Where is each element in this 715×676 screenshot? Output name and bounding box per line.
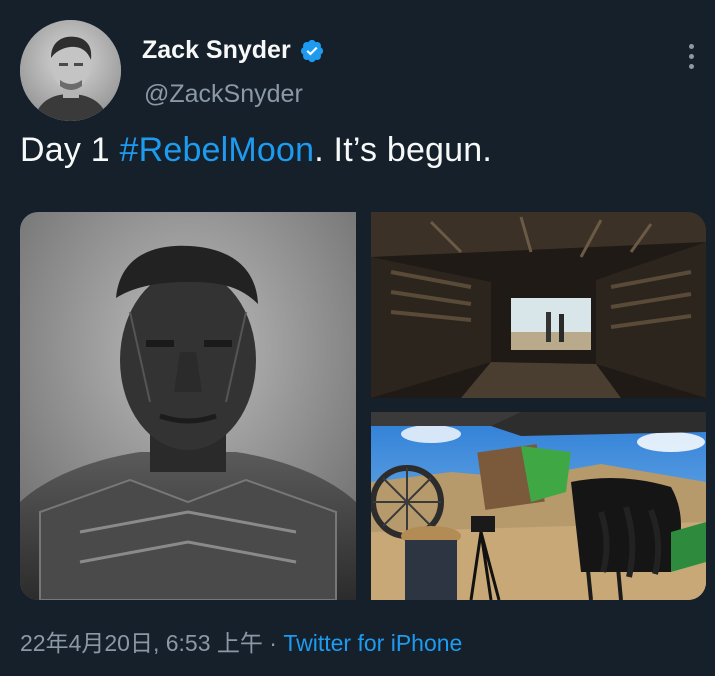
author-display-name[interactable]: Zack Snyder	[142, 36, 291, 65]
hashtag-link[interactable]: #RebelMoon	[119, 131, 314, 169]
tweet-card: Zack Snyder @ZackSnyder Day 1 #RebelMoon…	[0, 0, 715, 676]
author-handle[interactable]: @ZackSnyder	[144, 80, 303, 109]
media-image-film-set[interactable]	[371, 412, 706, 600]
source-link[interactable]: Twitter for iPhone	[283, 630, 462, 656]
timestamp[interactable]: 22年4月20日, 6:53 上午	[20, 630, 263, 656]
more-options-icon[interactable]	[681, 36, 701, 76]
avatar[interactable]	[20, 20, 121, 121]
tweet-text: Day 1 #RebelMoon. It’s begun.	[20, 131, 492, 170]
media-grid	[20, 212, 706, 600]
tweet-text-suffix: . It’s begun.	[314, 131, 493, 169]
meta-separator: ·	[262, 630, 284, 656]
tweet-text-prefix: Day 1	[20, 131, 120, 169]
media-image-portrait[interactable]	[20, 212, 356, 600]
tweet-meta: 22年4月20日, 6:53 上午 · Twitter for iPhone	[20, 624, 462, 658]
verified-badge-icon	[299, 38, 325, 64]
author-name-row: Zack Snyder	[142, 36, 325, 65]
media-image-ship-interior[interactable]	[371, 212, 706, 398]
